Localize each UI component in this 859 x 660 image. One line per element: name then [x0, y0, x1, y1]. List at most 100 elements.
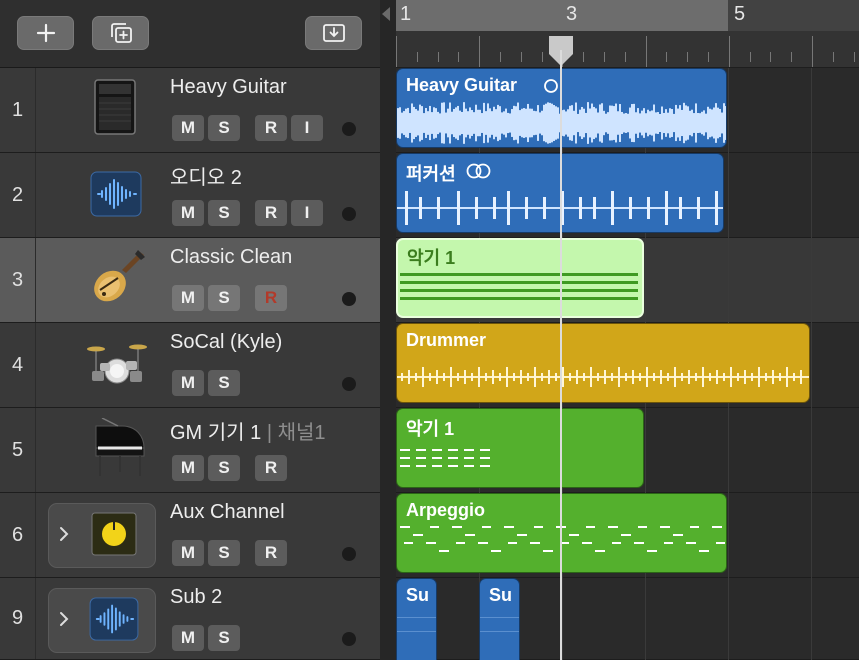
track-row-selected[interactable]: 3 Classic Clean M S R: [0, 238, 380, 323]
drum-hit: [709, 373, 711, 381]
track-on-off-indicator[interactable]: [342, 292, 356, 306]
midi-note: [530, 542, 540, 544]
waveform-bar: [437, 111, 439, 135]
cycle-region-bar[interactable]: [396, 0, 728, 31]
grid-line: [811, 68, 812, 660]
midi-region[interactable]: 악기 1: [396, 408, 644, 488]
waveform-bar: [627, 113, 629, 133]
drummer-region[interactable]: Drummer: [396, 323, 810, 403]
waveform-bar: [443, 102, 445, 144]
drum-hit: [786, 367, 788, 387]
track-row[interactable]: 5 GM 기기 1 | 채널1 M S R: [0, 408, 380, 493]
mute-button[interactable]: M: [172, 455, 204, 481]
track-row[interactable]: 2 오디오 2 M S R I: [0, 153, 380, 238]
waveform-bar: [501, 112, 503, 134]
midi-note: [508, 542, 517, 544]
download-button[interactable]: [305, 16, 362, 50]
waveform-bar: [711, 109, 713, 137]
track-on-off-indicator[interactable]: [342, 122, 356, 136]
waveform-bar: [707, 106, 709, 140]
track-lane[interactable]: [396, 578, 859, 660]
waveform-bar: [667, 112, 669, 134]
waveform-bar: [417, 110, 419, 136]
chevron-right-icon[interactable]: [59, 526, 69, 542]
audio-region[interactable]: Su: [479, 578, 520, 660]
track-row[interactable]: 1 Heavy Guitar M S R I: [0, 68, 380, 153]
midi-note: [432, 465, 442, 467]
duplicate-track-button[interactable]: [92, 16, 149, 50]
track-on-off-indicator[interactable]: [342, 547, 356, 561]
chevron-right-icon[interactable]: [59, 611, 69, 627]
waveform-bar: [483, 102, 485, 144]
input-monitor-button[interactable]: I: [291, 115, 323, 141]
mute-button[interactable]: M: [172, 285, 204, 311]
drum-hit: [758, 367, 760, 387]
waveform-bar: [405, 108, 407, 138]
ruler-tick: [666, 52, 668, 62]
waveform-bar: [703, 110, 705, 136]
drum-hit: [513, 373, 515, 381]
record-enable-button[interactable]: R: [255, 285, 287, 311]
midi-note: [448, 465, 458, 467]
track-stack-disclosure[interactable]: [48, 588, 156, 653]
track-on-off-indicator[interactable]: [342, 207, 356, 221]
waveform-bar: [659, 113, 661, 133]
drum-hit: [681, 373, 683, 381]
waveform-bar: [523, 108, 525, 138]
solo-button[interactable]: S: [208, 200, 240, 226]
drum-hit: [800, 370, 802, 384]
audio-region[interactable]: Su: [396, 578, 437, 660]
ruler-tick: [812, 36, 813, 67]
mute-button[interactable]: M: [172, 200, 204, 226]
waveform-bar: [671, 109, 673, 137]
waveform-bar: [427, 111, 429, 135]
solo-button[interactable]: S: [208, 285, 240, 311]
waveform-transient: [437, 197, 440, 219]
solo-button[interactable]: S: [208, 540, 240, 566]
waveform-bar: [533, 110, 535, 136]
mute-button[interactable]: M: [172, 540, 204, 566]
waveform-bar: [579, 109, 581, 137]
region-divider: [480, 617, 519, 618]
midi-note: [448, 457, 458, 459]
solo-button[interactable]: S: [208, 455, 240, 481]
waveform-bar: [573, 110, 575, 136]
record-enable-button[interactable]: R: [255, 115, 287, 141]
record-enable-button[interactable]: R: [255, 200, 287, 226]
record-enable-button[interactable]: R: [255, 455, 287, 481]
mute-button[interactable]: M: [172, 370, 204, 396]
mute-button[interactable]: M: [172, 115, 204, 141]
waveform-bar: [399, 107, 401, 139]
track-row[interactable]: 9 Sub 2 M S: [0, 578, 380, 660]
drum-hit: [415, 373, 417, 381]
track-row[interactable]: 4 SoCal (Kyle) M S: [0, 323, 380, 408]
drum-kit-icon: [87, 344, 147, 384]
drum-hit: [569, 373, 571, 381]
waveform-bar: [709, 108, 711, 138]
waveform-bar: [609, 105, 611, 141]
playhead[interactable]: [560, 50, 562, 660]
record-enable-button[interactable]: R: [255, 540, 287, 566]
waveform-bar: [615, 103, 617, 143]
solo-button[interactable]: S: [208, 625, 240, 651]
midi-notes: [400, 526, 725, 552]
drum-hit: [562, 367, 564, 387]
track-on-off-indicator[interactable]: [342, 377, 356, 391]
midi-region-selected[interactable]: 악기 1: [396, 238, 644, 318]
track-on-off-indicator[interactable]: [342, 632, 356, 646]
add-track-button[interactable]: [17, 16, 74, 50]
track-stack-disclosure[interactable]: [48, 503, 156, 568]
solo-button[interactable]: S: [208, 115, 240, 141]
ruler-tick: [500, 52, 501, 62]
midi-note: [621, 534, 631, 536]
drum-hit: [618, 367, 620, 387]
waveform-transient: [697, 197, 700, 219]
waveform-bar: [549, 102, 551, 144]
track-row[interactable]: 6 Aux Channel M S R: [0, 493, 380, 578]
timeline-ruler[interactable]: 1 3 5: [396, 0, 859, 67]
mute-button[interactable]: M: [172, 625, 204, 651]
waveform-bar: [513, 105, 515, 141]
solo-button[interactable]: S: [208, 370, 240, 396]
input-monitor-button[interactable]: I: [291, 200, 323, 226]
waveform-bar: [495, 109, 497, 137]
